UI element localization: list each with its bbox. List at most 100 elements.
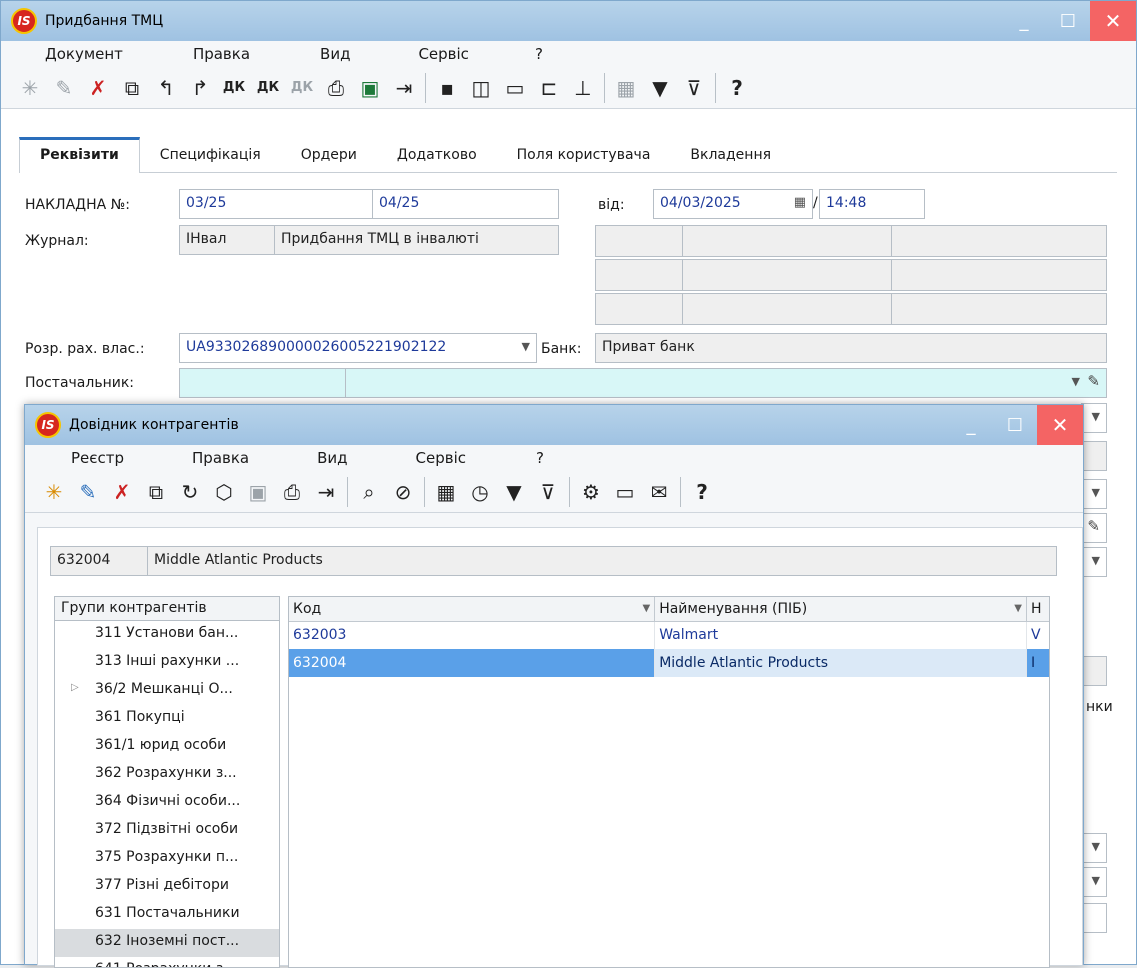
chevron-down-icon[interactable]: ▼ (1092, 486, 1100, 499)
maximize-button[interactable]: ☐ (993, 405, 1037, 445)
menu-service[interactable]: Сервіс (416, 449, 466, 467)
return-icon[interactable]: ↰ (149, 71, 183, 105)
settings-icon[interactable]: ⚙ (574, 475, 608, 509)
print-icon[interactable]: ⎙ (275, 475, 309, 509)
group-item[interactable]: 362 Розрахунки з... (55, 761, 279, 789)
copy-icon[interactable]: ⧉ (139, 475, 173, 509)
journal-name-field[interactable]: Придбання ТМЦ в інвалюті (274, 225, 559, 255)
dialog-titlebar[interactable]: IS Довідник контрагентів _ ☐ ✕ (25, 405, 1083, 445)
group-item[interactable]: 375 Розрахунки п... (55, 845, 279, 873)
mail-icon[interactable]: ✉ (642, 475, 676, 509)
chevron-down-icon[interactable]: ▼ (1092, 840, 1100, 853)
debit-credit-icon[interactable]: ДК (217, 71, 251, 105)
save-icon[interactable]: ▪ (430, 71, 464, 105)
invoice-number-field[interactable]: 03/25 (179, 189, 373, 219)
filter-icon[interactable]: ▼ (643, 71, 677, 105)
filter-icon[interactable]: ▼ (497, 475, 531, 509)
help-icon[interactable]: ? (720, 71, 754, 105)
table-row-selected[interactable]: 632004 Middle Atlantic Products I (289, 649, 1049, 677)
edit-icon[interactable]: ✎ (71, 475, 105, 509)
menu-view[interactable]: Вид (317, 449, 347, 467)
group-item[interactable]: 641 Розрахунки з... (55, 957, 279, 967)
hidden-dropdown[interactable]: ▼ (1081, 547, 1107, 577)
menu-help[interactable]: ? (535, 45, 543, 63)
time-field[interactable]: 14:48 (819, 189, 925, 219)
group-item-selected[interactable]: 632 Іноземні пост... (55, 929, 279, 957)
tab-additional[interactable]: Додатково (377, 137, 497, 173)
group-item[interactable]: 372 Підзвітні особи (55, 817, 279, 845)
grid-icon[interactable]: ▦ (609, 71, 643, 105)
menu-help[interactable]: ? (536, 449, 544, 467)
close-button[interactable]: ✕ (1090, 1, 1136, 41)
refresh-icon[interactable]: ↻ (173, 475, 207, 509)
excel-icon[interactable]: ▣ (353, 71, 387, 105)
invoice-number-2-field[interactable]: 04/25 (372, 189, 559, 219)
bank-field[interactable]: Приват банк (595, 333, 1107, 363)
pencil-icon[interactable]: ✎ (1087, 372, 1100, 390)
exit-icon[interactable]: ⇥ (309, 475, 343, 509)
group-item[interactable]: 361/1 юрид особи (55, 733, 279, 761)
edit-icon[interactable]: ✎ (47, 71, 81, 105)
print-icon[interactable]: ⎙ (319, 71, 353, 105)
menu-service[interactable]: Сервіс (418, 45, 468, 63)
chevron-down-icon[interactable]: ▼ (1092, 410, 1100, 423)
folder-icon[interactable]: ▭ (498, 71, 532, 105)
date-field[interactable]: 04/03/2025 ▦ (653, 189, 813, 219)
menu-view[interactable]: Вид (320, 45, 350, 63)
copy-icon[interactable]: ⧉ (115, 71, 149, 105)
column-header-name[interactable]: Найменування (ПІБ) ▼ (654, 597, 1027, 622)
new-icon[interactable]: ✳ (13, 71, 47, 105)
clear-filter-icon[interactable]: ⊽ (677, 71, 711, 105)
help-icon[interactable]: ? (685, 475, 719, 509)
column-header-code[interactable]: Код ▼ (289, 597, 656, 622)
package-icon[interactable]: ⬡ (207, 475, 241, 509)
supplier-name-field[interactable]: ▼ ✎ (345, 368, 1107, 398)
tab-orders[interactable]: Ордери (281, 137, 377, 173)
selected-code-field[interactable]: 632004 (50, 546, 148, 576)
group-item-expandable[interactable]: ▷ 36/2 Мешканці О... (55, 677, 279, 705)
search-icon[interactable]: ⌕ (352, 475, 386, 509)
group-item[interactable]: 361 Покупці (55, 705, 279, 733)
selected-name-field[interactable]: Middle Atlantic Products (147, 546, 1057, 576)
delete-icon[interactable]: ✗ (81, 71, 115, 105)
hidden-field[interactable] (1081, 903, 1107, 933)
maximize-button[interactable]: ☐ (1046, 1, 1090, 41)
table-row[interactable]: 632003 Walmart V (289, 621, 1049, 649)
debit-credit-3-icon[interactable]: ДК (285, 71, 319, 105)
excel-icon[interactable]: ▣ (241, 475, 275, 509)
cell-extra[interactable]: I (1026, 649, 1049, 677)
attachment-icon[interactable]: ⊘ (386, 475, 420, 509)
tab-attachments[interactable]: Вкладення (670, 137, 791, 173)
group-item[interactable]: 311 Установи бан... (55, 621, 279, 649)
chevron-down-icon[interactable]: ▼ (1092, 554, 1100, 567)
book-icon[interactable]: ◫ (464, 71, 498, 105)
minimize-button[interactable]: _ (949, 405, 993, 445)
history-icon[interactable]: ◷ (463, 475, 497, 509)
chevron-down-icon[interactable]: ▼ (642, 603, 650, 614)
exit-icon[interactable]: ⇥ (387, 71, 421, 105)
debit-credit-2-icon[interactable]: ДК (251, 71, 285, 105)
group-item[interactable]: 364 Фізичні особи... (55, 789, 279, 817)
journal-code-field[interactable]: ІНвал (179, 225, 275, 255)
tab-specification[interactable]: Специфікація (140, 137, 281, 173)
hidden-dropdown[interactable]: ▼ (1081, 403, 1107, 433)
group-item[interactable]: 377 Різні дебітори (55, 873, 279, 901)
cell-name[interactable]: Walmart (654, 621, 1027, 649)
hidden-field[interactable]: ✎ (1081, 513, 1107, 543)
hidden-dropdown[interactable]: ▼ (1081, 479, 1107, 509)
hierarchy-icon[interactable]: ⊥ (566, 71, 600, 105)
menu-edit[interactable]: Правка (193, 45, 250, 63)
insert-icon[interactable]: ↱ (183, 71, 217, 105)
minimize-button[interactable]: _ (1002, 1, 1046, 41)
menu-registry[interactable]: Реєстр (71, 449, 124, 467)
menu-edit[interactable]: Правка (192, 449, 249, 467)
cell-name[interactable]: Middle Atlantic Products (654, 649, 1027, 677)
calendar-icon[interactable]: ▦ (794, 195, 806, 210)
form-icon[interactable]: ▭ (608, 475, 642, 509)
cell-code[interactable]: 632003 (289, 621, 656, 649)
grid-icon[interactable]: ▦ (429, 475, 463, 509)
new-icon[interactable]: ✳ (37, 475, 71, 509)
delete-icon[interactable]: ✗ (105, 475, 139, 509)
supplier-code-field[interactable] (179, 368, 346, 398)
link-icon[interactable]: ⊏ (532, 71, 566, 105)
